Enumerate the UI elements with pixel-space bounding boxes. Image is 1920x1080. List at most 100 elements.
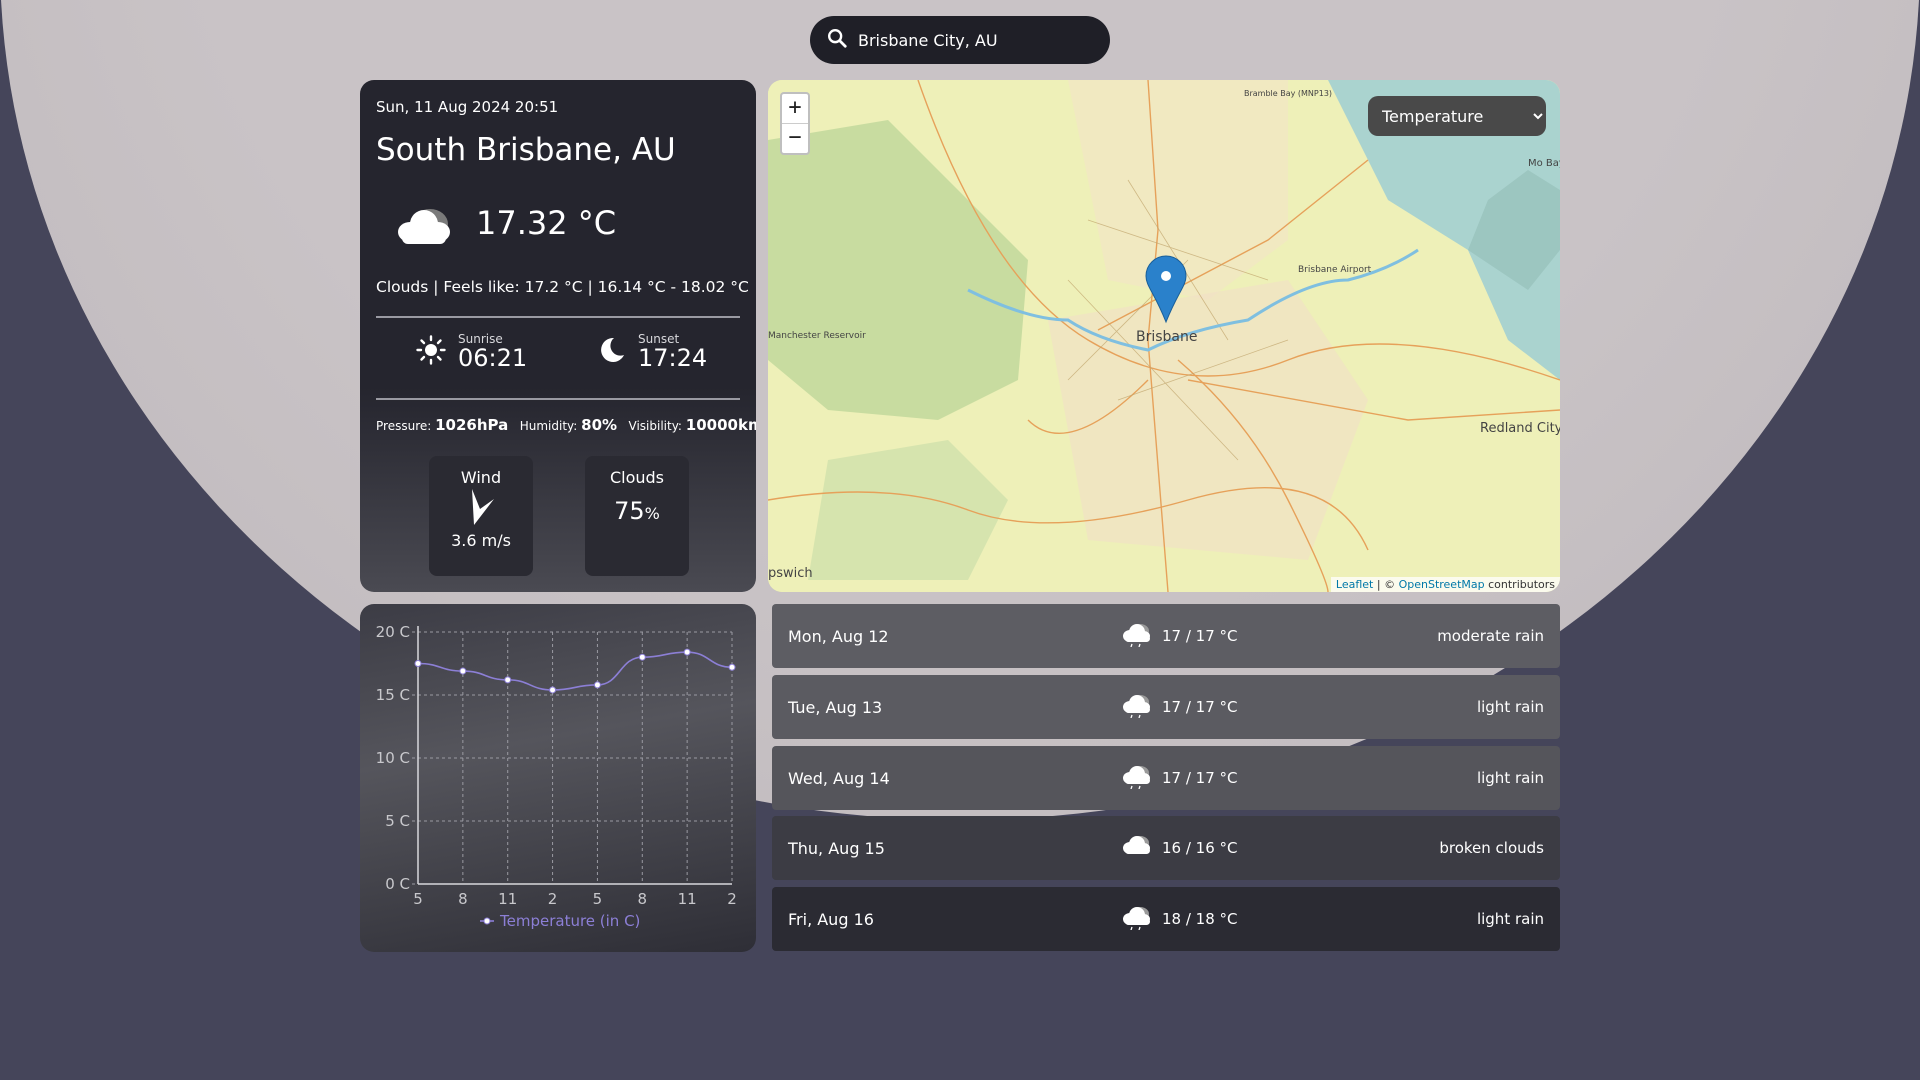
zoom-control: + − — [780, 92, 810, 155]
data-point — [593, 681, 601, 689]
y-tick-label: 5 C — [385, 812, 410, 830]
search-icon — [826, 27, 848, 53]
forecast-desc: broken clouds — [1439, 839, 1544, 857]
clouds-unit: % — [644, 504, 660, 523]
sunset-block: Sunset 17:24 — [596, 332, 707, 372]
forecast-desc: moderate rain — [1437, 627, 1544, 645]
forecast-desc: light rain — [1476, 698, 1544, 716]
forecast-day: Fri, Aug 16 — [788, 909, 874, 929]
forecast-temp: 16 / 16 °C — [1162, 839, 1238, 857]
cloud-icon — [388, 198, 460, 254]
map-label: Bramble Bay (MNP13) — [1244, 89, 1332, 98]
humidity-value: 80% — [581, 416, 618, 434]
x-tick-label: 11 — [498, 890, 517, 908]
osm-link[interactable]: OpenStreetMap — [1399, 578, 1485, 591]
map-label: Manchester Reservoir — [768, 331, 866, 341]
x-tick-label: 2 — [727, 890, 737, 908]
search-bar[interactable] — [810, 16, 1110, 64]
rain-cloud-icon — [1118, 621, 1154, 651]
forecast-day: Wed, Aug 14 — [788, 768, 890, 788]
y-tick-label: 10 C — [376, 749, 410, 767]
data-point — [414, 660, 422, 667]
y-tick-label: 15 C — [376, 686, 410, 704]
x-tick-label: 8 — [458, 890, 468, 908]
forecast-day: Thu, Aug 15 — [788, 838, 885, 858]
y-tick-label: 20 C — [376, 623, 410, 641]
map-label: Mo Bay Par Cat A — [1528, 158, 1560, 169]
current-temperature: 17.32 °C — [476, 204, 617, 242]
zoom-in-button[interactable]: + — [782, 94, 808, 124]
data-point — [459, 667, 467, 675]
clouds-title: Clouds — [609, 468, 665, 487]
map-label: pswich — [768, 566, 813, 581]
pressure-label: Pressure: — [376, 419, 432, 433]
divider — [376, 398, 740, 400]
rain-cloud-icon — [1118, 692, 1154, 722]
data-point — [549, 686, 557, 694]
wind-title: Wind — [460, 468, 502, 487]
x-tick-label: 5 — [413, 890, 423, 908]
forecast-day: Mon, Aug 12 — [788, 626, 889, 646]
sun-icon — [416, 335, 446, 369]
sunrise-block: Sunrise 06:21 — [416, 332, 527, 372]
legend-label: Temperature (in C) — [499, 912, 640, 930]
forecast-row: Wed, Aug 14 17 / 17 °C light rain — [772, 746, 1560, 810]
layer-select[interactable]: Temperature — [1368, 96, 1546, 136]
clouds-value: 75 — [614, 497, 645, 525]
map-tiles[interactable]: Brisbane Redland City Brisbane Airport M… — [768, 80, 1560, 592]
data-point — [683, 648, 691, 656]
moon-icon — [596, 335, 626, 369]
data-point — [638, 653, 646, 661]
sunset-time: 17:24 — [638, 344, 708, 372]
wind-arrow-icon — [429, 487, 533, 531]
x-tick-label: 2 — [548, 890, 558, 908]
search-input[interactable] — [856, 29, 1090, 51]
forecast-temp: 17 / 17 °C — [1162, 627, 1238, 645]
map-label: Brisbane Airport — [1298, 265, 1372, 275]
legend-marker — [483, 917, 491, 925]
x-tick-label: 5 — [593, 890, 603, 908]
x-tick-label: 11 — [678, 890, 697, 908]
forecast-desc: light rain — [1476, 769, 1544, 787]
pressure-value: 1026hPa — [435, 416, 509, 434]
stats-row: Pressure: 1026hPa Humidity: 80% Visibili… — [376, 416, 756, 434]
humidity-label: Humidity: — [519, 419, 578, 433]
leaflet-link[interactable]: Leaflet — [1336, 578, 1373, 591]
visibility-value: 10000km — [685, 416, 756, 434]
current-datetime: Sun, 11 Aug 2024 20:51 — [376, 98, 559, 116]
x-tick-label: 8 — [638, 890, 648, 908]
forecast-day: Tue, Aug 13 — [788, 697, 883, 717]
temperature-chart: 0 C 5 C 10 C 15 C 20 C 5 8 11 2 5 8 11 2 Temperature … — [376, 623, 737, 930]
forecast-row: Mon, Aug 12 17 / 17 °C moderate rain — [772, 604, 1560, 668]
map-attribution: Leaflet | © OpenStreetMap contributors — [1330, 577, 1560, 592]
forecast-temp: 17 / 17 °C — [1162, 698, 1238, 716]
sunrise-time: 06:21 — [458, 344, 528, 372]
attribution-separator: | © — [1373, 578, 1399, 591]
temperature-chart-card: 0 C 5 C 10 C 15 C 20 C 5 8 11 2 5 8 11 2 Temperature … — [360, 604, 756, 952]
city-name: South Brisbane, AU — [376, 132, 676, 168]
zoom-out-button[interactable]: − — [782, 124, 808, 153]
forecast-row: Fri, Aug 16 18 / 18 °C light rain — [772, 887, 1560, 951]
forecast-row: Tue, Aug 13 17 / 17 °C light rain — [772, 675, 1560, 739]
wind-tile: Wind 3.6 m/s — [429, 456, 533, 576]
y-tick-label: 0 C — [385, 875, 410, 893]
weather-description: Clouds | Feels like: 17.2 °C | 16.14 °C … — [376, 278, 749, 296]
attribution-suffix: contributors — [1484, 578, 1555, 591]
visibility-label: Visibility: — [628, 419, 682, 433]
forecast-row: Thu, Aug 15 16 / 16 °C broken clouds — [772, 816, 1560, 880]
forecast-desc: light rain — [1476, 910, 1544, 928]
clouds-tile: Clouds 75% — [585, 456, 689, 576]
forecast-temp: 18 / 18 °C — [1162, 910, 1238, 928]
map-label: Brisbane — [1136, 329, 1198, 345]
map-label: Redland City — [1480, 421, 1560, 436]
data-point — [728, 663, 736, 671]
current-weather-card: Sun, 11 Aug 2024 20:51 South Brisbane, A… — [360, 80, 756, 592]
forecast-temp: 17 / 17 °C — [1162, 769, 1238, 787]
rain-cloud-icon — [1118, 904, 1154, 934]
data-point — [504, 676, 512, 684]
rain-cloud-icon — [1118, 763, 1154, 793]
divider — [376, 316, 740, 318]
wind-speed: 3.6 m/s — [451, 531, 511, 550]
cloud-icon — [1118, 833, 1154, 863]
map-panel[interactable]: Brisbane Redland City Brisbane Airport M… — [768, 80, 1560, 592]
